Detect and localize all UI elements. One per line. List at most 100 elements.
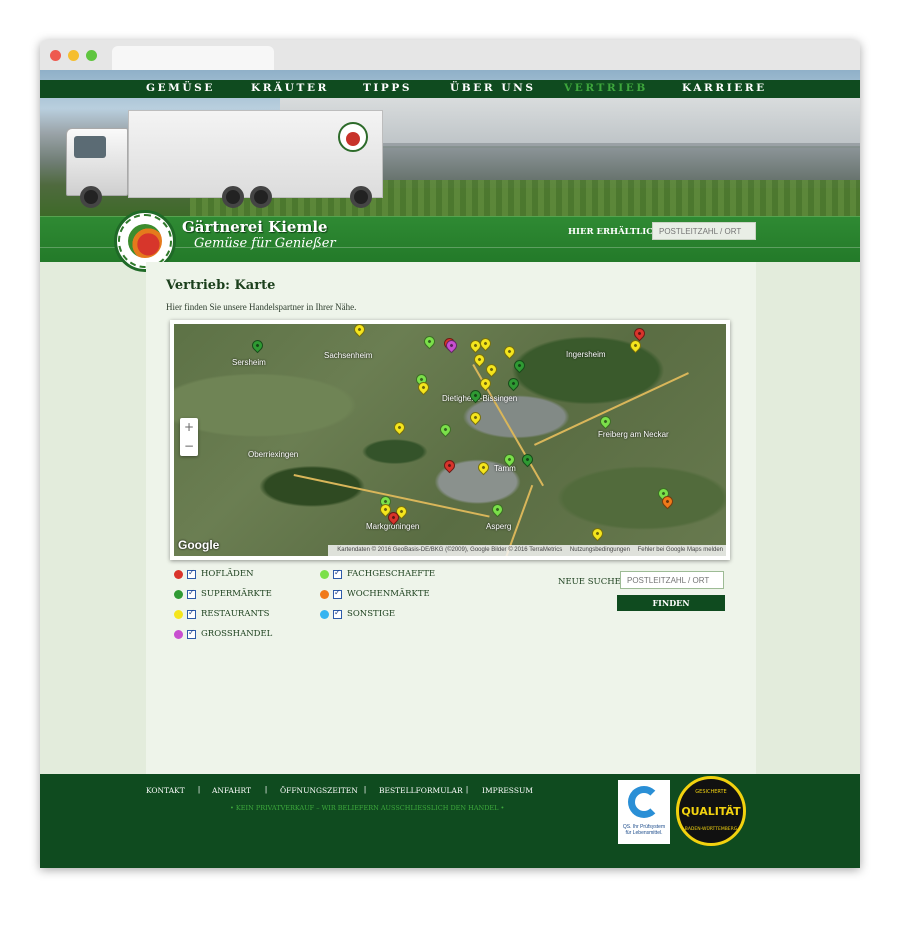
legend-label: GROSSHANDEL [201,629,273,639]
map-marker[interactable] [589,525,606,542]
checkbox-checked[interactable] [187,628,196,639]
checkbox-checked[interactable] [187,568,196,579]
nav-item-vertrieb[interactable]: VERTRIEB [564,82,648,96]
legend-item-hoflaeden[interactable]: HOFLÄDEN [174,567,254,581]
legend-item-supermaerkte[interactable]: SUPERMÄRKTE [174,587,272,601]
legend-item-wochenmaerkte[interactable]: WOCHENMÄRKTE [320,587,430,601]
map-attribution-text: Kartendaten © 2016 GeoBasis-DE/BKG (©200… [337,547,563,553]
close-window-button[interactable] [50,50,61,61]
nav-item-ueber-uns[interactable]: ÜBER UNS [450,82,536,96]
map-marker[interactable] [501,343,518,360]
quality-seal-text: QUALITÄT [681,805,741,818]
footer-link-oeffnungszeiten[interactable]: ÖFFNUNGSZEITEN [280,786,358,795]
map-marker[interactable] [511,357,528,374]
google-logo: Google [178,538,220,552]
legend-item-fachgeschaefte[interactable]: FACHGESCHAEFTE [320,567,435,581]
map-attribution: Kartendaten © 2016 GeoBasis-DE/BKG (©200… [328,545,726,556]
brand-slogan: Gemüse für Genießer [194,236,336,251]
map-marker[interactable] [421,333,438,350]
truck-wheel [222,186,244,208]
red-dot-icon [174,569,183,579]
qs-badge-text: QS. Ihr Prüfsystem für Lebensmittel. [622,824,666,836]
orange-dot-icon [320,589,329,599]
find-button[interactable]: FINDEN [617,595,725,611]
footer-separator: | [466,785,469,794]
map-place-label: Sersheim [232,358,266,367]
map-marker[interactable] [391,419,408,436]
truck-wheel [250,186,272,208]
maximize-window-button[interactable] [86,50,97,61]
truck-logo [338,122,368,152]
footer-link-impressum[interactable]: IMPRESSUM [482,786,533,795]
map-marker[interactable] [477,335,494,352]
page-title: Vertrieb: Karte [166,278,275,293]
map-place-label: Sachsenheim [324,351,373,360]
map-place-label: Tamm [494,464,516,473]
footer-link-kontakt[interactable]: KONTAKT [146,786,185,795]
map-place-label: Ingersheim [566,350,606,359]
checkbox-checked[interactable] [187,588,196,599]
nav-item-karriere[interactable]: KARRIERE [682,82,767,96]
map-zoom-control: + − [180,418,198,456]
legend-label: WOCHENMÄRKTE [347,589,430,599]
footer-link-anfahrt[interactable]: ANFAHRT [212,786,251,795]
qs-arrow-icon [628,786,660,818]
checkbox-checked[interactable] [187,608,196,619]
footer-note: • KEIN PRIVATVERKAUF – WIR BELIEFERN AUS… [230,804,505,812]
map-marker[interactable] [519,451,536,468]
quality-seal-bottom: BADEN-WÜRTTEMBERG [684,827,738,832]
map-marker[interactable] [627,337,644,354]
availability-search-input[interactable] [652,222,756,240]
light-green-dot-icon [320,569,329,579]
quality-seal[interactable]: GESICHERTE QUALITÄT BADEN-WÜRTTEMBERG [676,776,746,846]
map-place-label: Oberriexingen [248,450,299,459]
partner-map[interactable]: Sersheim Sachsenheim Ingersheim Dietighe… [170,320,730,560]
page-title-prefix: Vertrieb: [166,278,235,293]
new-search-input[interactable] [620,571,724,589]
green-dot-icon [174,589,183,599]
map-marker[interactable] [249,337,266,354]
main-content: Vertrieb: Karte Hier finden Sie unsere H… [146,262,756,774]
footer-link-bestellformular[interactable]: BESTELLFORMULAR [379,786,463,795]
map-marker[interactable] [505,375,522,392]
map-marker[interactable] [597,413,614,430]
zoom-in-button[interactable]: + [180,418,198,437]
footer-separator: | [198,785,201,794]
browser-window: GEMÜSE KRÄUTER TIPPS ÜBER UNS VERTRIEB K… [40,40,860,868]
legend-label: SONSTIGE [347,609,396,619]
truck-wheel [80,186,102,208]
browser-tab[interactable] [112,46,274,70]
main-navigation: GEMÜSE KRÄUTER TIPPS ÜBER UNS VERTRIEB K… [40,80,860,98]
nav-item-kraeuter[interactable]: KRÄUTER [251,82,329,96]
legend-item-grosshandel[interactable]: GROSSHANDEL [174,627,272,641]
zoom-out-button[interactable]: − [180,437,198,456]
map-marker[interactable] [351,324,368,338]
legend-label: FACHGESCHAEFTE [347,569,436,579]
map-marker[interactable] [475,459,492,476]
map-marker[interactable] [441,457,458,474]
truck-wheel [350,186,372,208]
nav-item-tipps[interactable]: TIPPS [363,82,412,96]
legend-item-restaurants[interactable]: RESTAURANTS [174,607,269,621]
legend-label: HOFLÄDEN [201,569,254,579]
map-marker[interactable] [437,421,454,438]
map-marker[interactable] [489,501,506,518]
qs-badge[interactable]: QS. Ihr Prüfsystem für Lebensmittel. [618,780,670,844]
yellow-dot-icon [174,609,183,619]
nav-item-gemuese[interactable]: GEMÜSE [146,82,215,96]
map-marker[interactable] [467,409,484,426]
availability-label: HIER ERHÄLTLICH: [568,227,665,237]
checkbox-checked[interactable] [333,608,342,619]
checkbox-checked[interactable] [333,588,342,599]
page-intro: Hier finden Sie unsere Handelspartner in… [166,302,357,312]
map-terms-link[interactable]: Nutzungsbedingungen [570,547,630,553]
map-report-link[interactable]: Fehler bei Google Maps melden [638,547,723,553]
checkbox-checked[interactable] [333,568,342,579]
browser-titlebar [40,40,860,70]
purple-dot-icon [174,629,183,639]
legend-item-sonstige[interactable]: SONSTIGE [320,607,395,621]
page-title-bold: Karte [234,278,276,293]
minimize-window-button[interactable] [68,50,79,61]
map-marker[interactable] [483,361,500,378]
map-place-label: Freiberg am Neckar [598,430,669,439]
